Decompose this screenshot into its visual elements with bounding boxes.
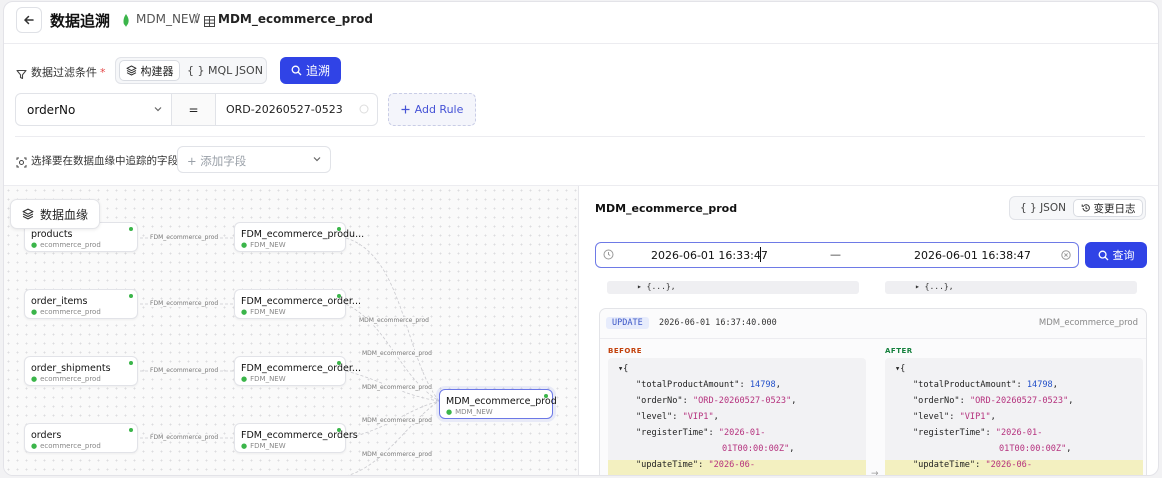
changed-line: "updateTime": "2026-06-	[885, 460, 1143, 475]
panel-divider	[578, 186, 579, 475]
range-start[interactable]: 2026-06-01 16:33:47	[651, 249, 768, 262]
edge-label: MDM_ecommerce_prod	[362, 417, 432, 424]
edge-label: FDM_ecommerce_prod	[150, 367, 219, 374]
lineage-node-fdm-products[interactable]: FDM_ecommerce_produ... ● FDM_NEW	[234, 222, 364, 252]
entry-header: UPDATE 2026-06-01 16:37:40.000 MDM_ecomm…	[600, 309, 1146, 339]
layers-icon	[22, 208, 34, 220]
collapsed-json-before[interactable]: ▸ {...},	[607, 281, 859, 294]
text-cursor	[760, 247, 761, 262]
edge-label: FDM_ecommerce_prod	[150, 434, 219, 441]
add-rule-button[interactable]: Add Rule	[388, 93, 476, 126]
diff-arrow-icon: →	[871, 469, 879, 476]
after-json: ▾{ "totalProductAmount": 14798, "orderNo…	[885, 358, 1143, 475]
lineage-node-order-items[interactable]: order_items ● ecommerce_prod	[24, 289, 138, 319]
source-database[interactable]: MDM_NEW	[136, 12, 200, 26]
before-json: ▾{ "totalProductAmount": 14798, "orderNo…	[608, 358, 866, 475]
json-open[interactable]: ▾{	[608, 364, 866, 380]
chevron-down-icon	[313, 157, 321, 162]
change-log-tab[interactable]: 变更日志	[1073, 199, 1143, 217]
panel-title: MDM_ecommerce_prod	[595, 202, 738, 215]
before-label: BEFORE	[608, 347, 643, 355]
operation-badge: UPDATE	[606, 317, 649, 329]
edge-label: MDM_ecommerce_prod	[362, 384, 432, 391]
trace-fields-select[interactable]: + 添加字段	[177, 146, 331, 173]
change-log-entry: UPDATE 2026-06-01 16:37:40.000 MDM_ecomm…	[599, 308, 1147, 475]
plus-icon	[401, 105, 410, 114]
required-mark: *	[100, 66, 106, 79]
table-icon	[204, 12, 215, 31]
clear-icon[interactable]	[359, 104, 369, 114]
rule-field-select[interactable]: orderNo	[15, 93, 172, 126]
arrow-left-icon	[23, 15, 34, 25]
panel-view-toggle: { } JSON 变更日志	[1009, 196, 1146, 220]
json-tab[interactable]: { } JSON	[1013, 199, 1073, 217]
range-separator: —	[830, 248, 841, 261]
edge-extra-mdm	[347, 400, 440, 475]
trace-fields-label: 选择要在数据血缘中追踪的字段	[31, 155, 178, 167]
mongodb-leaf-icon	[122, 12, 130, 31]
collapsed-json-after[interactable]: ▸ {...},	[885, 281, 1137, 294]
entry-timestamp: 2026-06-01 16:37:40.000	[659, 318, 777, 328]
entry-source: MDM_ecommerce_prod	[1038, 318, 1138, 328]
rule-value-input[interactable]: ORD-20260527-0523	[215, 93, 378, 126]
trace-fields-placeholder: + 添加字段	[187, 154, 247, 168]
rule-operator[interactable]: =	[171, 93, 216, 126]
layers-icon	[126, 65, 136, 76]
rule-divider	[15, 136, 1145, 137]
target-table: MDM_ecommerce_prod	[218, 12, 373, 26]
after-label: AFTER	[885, 347, 913, 355]
edge-label: MDM_ecommerce_prod	[359, 317, 429, 324]
mql-json-mode-button[interactable]: { } MQL JSON	[186, 60, 264, 81]
lineage-badge[interactable]: 数据血缘	[10, 199, 100, 229]
time-range-picker[interactable]: 2026-06-01 16:33:47 — 2026-06-01 16:38:4…	[595, 242, 1079, 268]
edge-label: FDM_ecommerce_prod	[150, 300, 219, 307]
page-title: 数据追溯	[50, 12, 111, 30]
lineage-node-fdm-order-items[interactable]: FDM_ecommerce_order... ● FDM_NEW	[234, 289, 361, 319]
lineage-node-order-shipments[interactable]: order_shipments ● ecommerce_prod	[24, 356, 138, 386]
builder-mode-button[interactable]: 构建器	[119, 60, 180, 81]
lineage-node-fdm-order-shipments[interactable]: FDM_ecommerce_order... ● FDM_NEW	[234, 356, 361, 386]
header-divider	[4, 43, 1158, 44]
filter-mode-toggle: 构建器 { } MQL JSON	[115, 57, 267, 84]
edge-label: MDM_ecommerce_prod	[362, 451, 432, 458]
edge-label: FDM_ecommerce_prod	[150, 234, 219, 241]
breadcrumb-separator: /	[194, 11, 199, 25]
lineage-canvas[interactable]: 数据血缘 products ● ecommerce_prod order_item…	[4, 186, 578, 475]
filter-icon	[16, 65, 27, 84]
changed-line: "updateTime": "2026-06-	[608, 460, 866, 475]
edge-label: MDM_ecommerce_prod	[362, 350, 432, 357]
lineage-node-target[interactable]: MDM_ecommerce_prod ● MDM_NEW	[439, 389, 557, 419]
target-icon	[16, 153, 27, 172]
query-button[interactable]: 查询	[1085, 242, 1147, 268]
trace-button[interactable]: 追溯	[280, 57, 341, 84]
clock-icon	[603, 249, 614, 260]
app-window: 数据追溯 MDM_NEW / MDM_ecommerce_prod 数据过滤条件…	[3, 1, 1159, 476]
chevron-down-icon	[154, 107, 162, 112]
search-icon	[291, 65, 302, 76]
range-end[interactable]: 2026-06-01 16:38:47	[914, 249, 1031, 262]
back-button[interactable]	[16, 7, 42, 33]
lineage-node-fdm-orders[interactable]: FDM_ecommerce_orders ● FDM_NEW	[234, 423, 358, 453]
lineage-node-orders[interactable]: orders ● ecommerce_prod	[24, 423, 138, 453]
json-open[interactable]: ▾{	[885, 364, 1143, 380]
history-icon	[1081, 204, 1090, 212]
clear-circle-icon[interactable]	[1061, 250, 1071, 260]
filter-label: 数据过滤条件 *	[31, 66, 106, 79]
search-icon	[1098, 250, 1108, 260]
rule-field-value: orderNo	[27, 103, 76, 117]
